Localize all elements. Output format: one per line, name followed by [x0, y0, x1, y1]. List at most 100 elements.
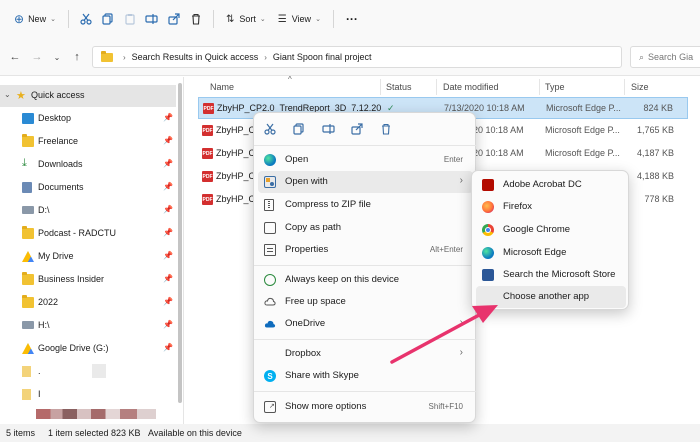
menu-item-shortcut: Enter: [443, 155, 463, 164]
sidebar-item-podcast[interactable]: Podcast - RADCTU 📌: [0, 223, 176, 245]
menu-item-show-more-options[interactable]: ↗ Show more options Shift+F10: [258, 396, 473, 418]
sidebar-item-d-drive[interactable]: D:\ 📌: [0, 200, 176, 222]
view-button[interactable]: ☰ View ⌄: [272, 6, 327, 32]
chevron-right-icon: ›: [123, 52, 126, 62]
paste-button[interactable]: [119, 6, 141, 32]
menu-item-copy-as-path[interactable]: Copy as path: [258, 217, 473, 239]
up-button[interactable]: ↑: [66, 46, 88, 68]
submenu-item-label: Firefox: [503, 201, 533, 212]
submenu-item-chrome[interactable]: Google Chrome: [476, 219, 626, 241]
column-divider[interactable]: [380, 79, 381, 95]
sidebar-item-label: My Drive: [38, 251, 74, 261]
rename-button[interactable]: [320, 121, 336, 137]
rename-button[interactable]: [141, 6, 163, 32]
cut-button[interactable]: [262, 121, 278, 137]
menu-item-free-up-space[interactable]: Free up space: [258, 291, 473, 313]
menu-item-properties[interactable]: Properties Alt+Enter: [258, 239, 473, 261]
sidebar-item-downloads[interactable]: ⤓ Downloads 📌: [0, 154, 176, 176]
back-button[interactable]: ←: [4, 46, 26, 68]
column-header-status[interactable]: Status: [386, 77, 412, 97]
menu-item-compress-zip[interactable]: Compress to ZIP file: [258, 194, 473, 216]
sidebar-item-desktop[interactable]: Desktop 📌: [0, 108, 176, 130]
grid-dot-icon: [270, 182, 274, 186]
google-drive-icon: [22, 251, 34, 262]
new-button[interactable]: ⊕ New ⌄: [8, 6, 62, 32]
chevron-down-icon: ⌄: [4, 90, 11, 99]
pin-icon: 📌: [163, 228, 173, 237]
delete-button[interactable]: [185, 6, 207, 32]
availability-status: Available on this device: [148, 428, 242, 438]
submenu-item-label: Microsoft Edge: [503, 247, 567, 258]
more-options-button[interactable]: ···: [340, 6, 364, 32]
arrow-right-icon: →: [31, 51, 43, 63]
firefox-icon: [482, 201, 494, 213]
folder-icon: [22, 272, 34, 285]
menu-item-open-with[interactable]: Open with ›: [258, 171, 473, 193]
pin-icon: 📌: [163, 113, 173, 122]
cut-button[interactable]: [75, 6, 97, 32]
sort-button[interactable]: ⇅ Sort ⌄: [220, 6, 272, 32]
column-header-name[interactable]: Name: [210, 77, 234, 97]
rename-icon: [321, 124, 335, 134]
breadcrumb-search-results[interactable]: Search Results in Quick access: [132, 52, 259, 62]
sidebar-item-label: H:\: [38, 320, 50, 330]
menu-item-dropbox[interactable]: Dropbox ›: [258, 343, 473, 365]
column-header-date[interactable]: Date modified: [443, 77, 499, 97]
address-bar[interactable]: › Search Results in Quick access › Giant…: [92, 46, 622, 68]
sidebar-item-my-drive[interactable]: My Drive 📌: [0, 246, 176, 268]
sidebar-item-quick-access[interactable]: ⌄ ★ Quick access: [0, 85, 176, 107]
delete-button[interactable]: [378, 121, 394, 137]
recent-locations-button[interactable]: ⌄: [46, 46, 68, 68]
redacted-block: [92, 364, 106, 378]
forward-button[interactable]: →: [26, 46, 48, 68]
copy-button[interactable]: [97, 6, 119, 32]
sidebar-item-label: .: [38, 366, 41, 376]
sidebar-item-google-drive[interactable]: Google Drive (G:) 📌: [0, 338, 176, 360]
sidebar-item-freelance[interactable]: Freelance 📌: [0, 131, 176, 153]
copy-button[interactable]: [291, 121, 307, 137]
sidebar-item-label: Business Insider: [38, 274, 105, 284]
store-icon: [482, 269, 494, 281]
file-size: 4,188 KB: [636, 171, 674, 181]
navigation-pane: ⌄ ★ Quick access Desktop 📌 Freelance 📌 ⤓…: [0, 77, 184, 424]
column-header-size[interactable]: Size: [631, 77, 649, 97]
submenu-item-firefox[interactable]: Firefox: [476, 196, 626, 218]
share-icon: [351, 123, 363, 135]
menu-item-open[interactable]: Open Enter: [258, 149, 473, 171]
share-button[interactable]: [163, 6, 185, 32]
sidebar-item-documents[interactable]: Documents 📌: [0, 177, 176, 199]
menu-divider: [254, 145, 477, 146]
sidebar-item-redacted-1[interactable]: .: [0, 361, 176, 383]
scroll-thumb[interactable]: [178, 83, 182, 403]
submenu-item-choose-another-app[interactable]: Choose another app: [476, 286, 626, 308]
submenu-item-store[interactable]: Search the Microsoft Store: [476, 264, 626, 286]
cut-icon: [80, 13, 92, 25]
share-button[interactable]: [349, 121, 365, 137]
sidebar-item-label: Documents: [38, 182, 84, 192]
sidebar-scrollbar[interactable]: [177, 77, 183, 424]
column-divider[interactable]: [436, 79, 437, 95]
column-divider[interactable]: [624, 79, 625, 95]
edge-icon: [264, 154, 276, 166]
menu-item-onedrive[interactable]: OneDrive ›: [258, 313, 473, 335]
column-header-type[interactable]: Type: [545, 77, 565, 97]
sidebar-item-h-drive[interactable]: H:\ 📌: [0, 315, 176, 337]
sidebar-item-redacted-2[interactable]: I: [0, 384, 176, 406]
item-count: 5 items: [6, 428, 36, 438]
breadcrumb-project-folder[interactable]: Giant Spoon final project: [273, 52, 372, 62]
external-arrow-icon: ↗: [269, 403, 275, 410]
pin-icon: 📌: [163, 320, 173, 329]
submenu-item-acrobat[interactable]: Adobe Acrobat DC: [476, 174, 626, 196]
menu-item-always-keep[interactable]: Always keep on this device: [258, 269, 473, 291]
chrome-icon: [482, 224, 494, 236]
selection-info: 1 item selected 823 KB: [48, 428, 141, 438]
cloud-icon: [264, 297, 276, 306]
status-bar: 5 items 1 item selected 823 KB Available…: [0, 424, 700, 442]
column-divider[interactable]: [539, 79, 540, 95]
command-bar: ⊕ New ⌄ ⇅ Sort ⌄ ☰ View ⌄ ···: [0, 0, 700, 38]
search-input[interactable]: ⌕ Search Gia: [630, 46, 700, 68]
sidebar-item-2022[interactable]: 2022 📌: [0, 292, 176, 314]
sidebar-item-business-insider[interactable]: Business Insider 📌: [0, 269, 176, 291]
submenu-item-edge[interactable]: Microsoft Edge: [476, 242, 626, 264]
menu-item-share-skype[interactable]: S Share with Skype: [258, 365, 473, 387]
